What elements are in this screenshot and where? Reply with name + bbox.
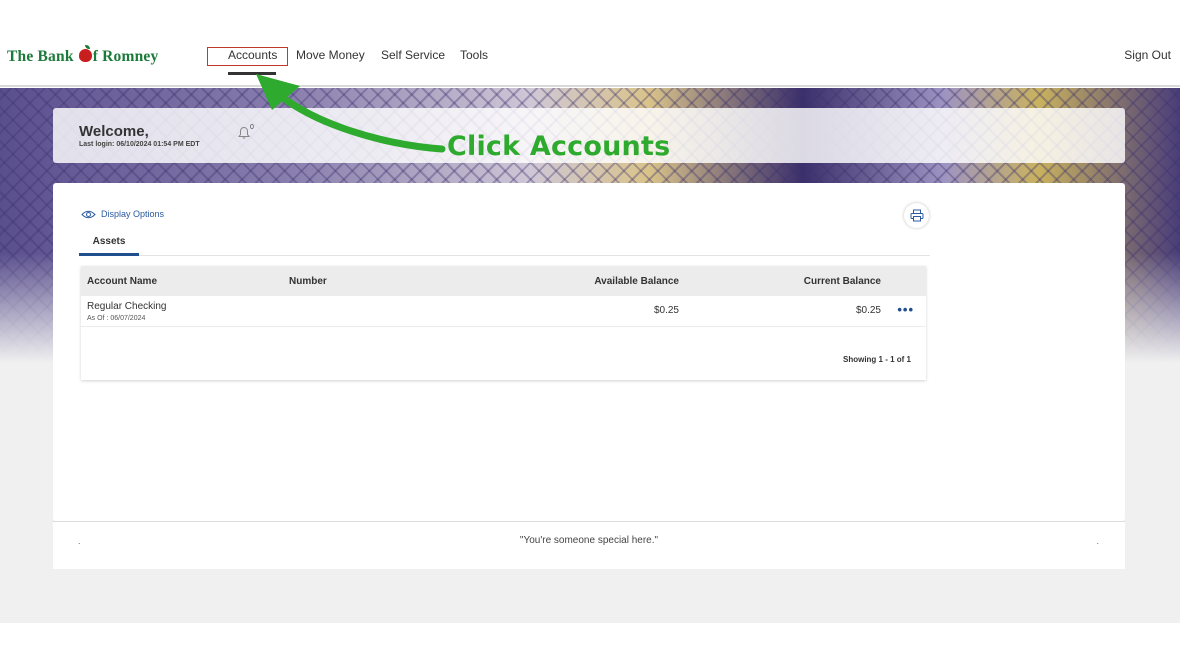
- nav-item-self-service[interactable]: Self Service: [381, 48, 445, 62]
- accounts-card: Display Options Assets Account Name Numb…: [53, 183, 1125, 521]
- annotation-click-accounts: Click Accounts: [447, 131, 671, 162]
- table-row[interactable]: Regular Checking As Of : 06/07/2024 $0.2…: [81, 296, 926, 327]
- bank-logo[interactable]: The Bank f Romney: [7, 45, 159, 66]
- accounts-table: Account Name Number Available Balance Cu…: [81, 266, 926, 380]
- column-header-current-balance[interactable]: Current Balance: [804, 276, 881, 287]
- nav-item-tools[interactable]: Tools: [460, 48, 488, 62]
- available-balance-value: $0.25: [653, 305, 679, 316]
- logo-text-part1: The Bank: [7, 48, 78, 65]
- footer-tagline: "You're someone special here.": [519, 535, 659, 546]
- bell-icon[interactable]: [237, 126, 251, 140]
- apple-icon: [78, 45, 92, 62]
- page-background-bottom: [0, 569, 1180, 623]
- logo-text-part2: f Romney: [92, 48, 159, 65]
- footer-right-dot: .: [1096, 536, 1099, 546]
- welcome-title: Welcome,: [79, 123, 149, 140]
- column-header-account-name[interactable]: Account Name: [87, 276, 157, 287]
- nav-item-move-money[interactable]: Move Money: [296, 48, 365, 62]
- display-options-label: Display Options: [101, 209, 165, 219]
- account-as-of-date: As Of : 06/07/2024: [87, 315, 146, 322]
- column-header-number[interactable]: Number: [289, 276, 327, 287]
- print-button[interactable]: [904, 203, 929, 228]
- printer-icon: [910, 209, 923, 222]
- last-login-text: Last login: 06/10/2024 01:54 PM EDT: [79, 141, 200, 148]
- column-header-available-balance[interactable]: Available Balance: [594, 276, 679, 287]
- table-header: Account Name Number Available Balance Cu…: [81, 266, 926, 296]
- page: The Bank f Romney Accounts Move Money Se…: [0, 0, 1180, 645]
- pagination-summary: Showing 1 - 1 of 1: [842, 355, 911, 364]
- display-options-button[interactable]: Display Options: [81, 209, 164, 219]
- account-tabs: Assets: [79, 235, 930, 256]
- current-balance-value: $0.25: [855, 305, 881, 316]
- accounts-highlight-box: [207, 47, 288, 66]
- tab-assets[interactable]: Assets: [79, 235, 139, 256]
- sign-out-link[interactable]: Sign Out: [1124, 48, 1171, 62]
- notification-count-badge: 0: [250, 124, 254, 131]
- active-nav-indicator: [228, 72, 276, 75]
- eye-icon: [81, 210, 96, 218]
- more-options-icon[interactable]: •••: [897, 302, 914, 317]
- top-header: The Bank f Romney Accounts Move Money Se…: [0, 30, 1180, 87]
- account-name-link[interactable]: Regular Checking: [87, 301, 167, 312]
- footer: . "You're someone special here." .: [53, 521, 1125, 569]
